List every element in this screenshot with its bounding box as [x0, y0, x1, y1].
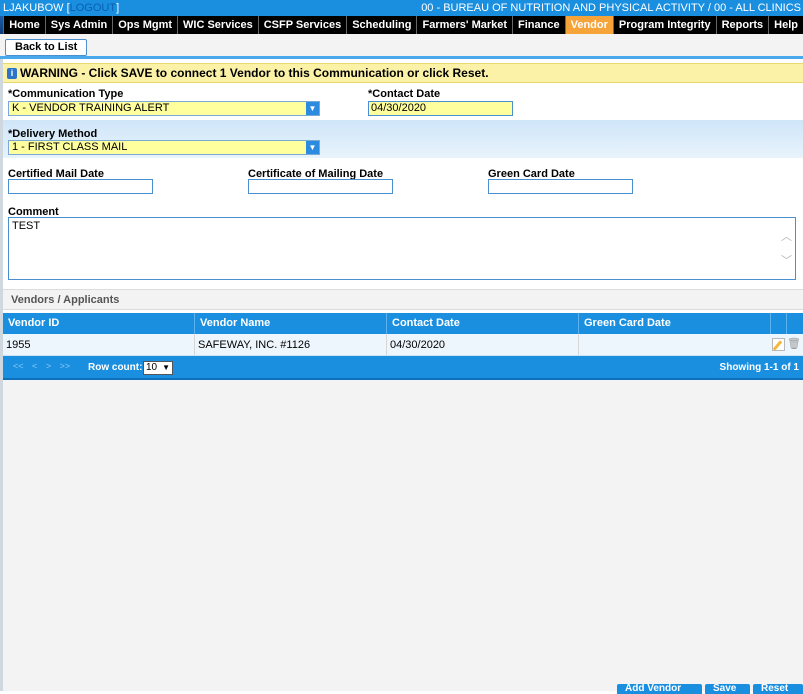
back-to-list-button[interactable]: Back to List [5, 39, 88, 56]
warning-text: WARNING - Click SAVE to connect 1 Vendor… [20, 66, 489, 80]
delivery-method-label: *Delivery Method [8, 128, 98, 140]
row-count-label: Row count: [88, 362, 143, 373]
save-button[interactable]: Save [705, 684, 750, 694]
delivery-method-select[interactable]: 1 - FIRST CLASS MAIL ▼ [8, 140, 320, 155]
info-icon: i [7, 68, 17, 79]
cell-vendor-id: 1955 [3, 334, 195, 355]
nav-finance[interactable]: Finance [512, 16, 565, 34]
col-contact-date[interactable]: Contact Date [387, 313, 579, 334]
cell-contact-date: 04/30/2020 [387, 334, 579, 355]
col-actions [787, 313, 803, 334]
chevron-down-icon[interactable]: ▼ [306, 141, 319, 154]
cell-green-card-date: 🗑 [579, 334, 803, 355]
grid-pager: << < > >> Row count: 10 ▼ Showing 1-1 of… [3, 356, 803, 380]
col-vendor-id[interactable]: Vendor ID [3, 313, 195, 334]
trash-icon[interactable]: 🗑 [787, 337, 801, 351]
col-vendor-name[interactable]: Vendor Name [195, 313, 387, 334]
nav-reports[interactable]: Reports [715, 16, 769, 34]
username: LJAKUBOW [ [3, 2, 70, 14]
top-status-bar: LJAKUBOW [LOGOUT] 00 - BUREAU OF NUTRITI… [0, 0, 803, 16]
certificate-mailing-date-input[interactable] [248, 179, 393, 194]
contact-date-label: *Contact Date [368, 88, 441, 100]
communication-section: *Communication Type K - VENDOR TRAINING … [3, 84, 803, 120]
vendors-grid-header: Vendor ID Vendor Name Contact Date Green… [3, 313, 803, 334]
add-vendor-button[interactable]: Add Vendor [617, 684, 702, 694]
delivery-section: *Delivery Method 1 - FIRST CLASS MAIL ▼ [3, 120, 803, 158]
communication-type-select[interactable]: K - VENDOR TRAINING ALERT ▼ [8, 101, 320, 116]
user-info: LJAKUBOW [LOGOUT] [3, 0, 119, 16]
page-toolbar: Back to List [0, 34, 803, 59]
nav-scheduling[interactable]: Scheduling [346, 16, 416, 34]
nav-csfp-services[interactable]: CSFP Services [257, 16, 346, 34]
scroll-down-icon[interactable]: ﹀ [781, 252, 792, 268]
delivery-method-value: 1 - FIRST CLASS MAIL [12, 141, 128, 153]
certified-mail-date-input[interactable] [8, 179, 153, 194]
prev-page-button[interactable]: < [32, 361, 37, 371]
dates-comment-section: Certified Mail Date Certificate of Maili… [3, 158, 803, 289]
nav-vendor[interactable]: Vendor [564, 16, 613, 34]
edit-icon[interactable] [772, 338, 785, 351]
nav-sys-admin[interactable]: Sys Admin [44, 16, 112, 34]
user-bracket: ] [116, 2, 120, 14]
comment-value: TEST [12, 220, 41, 232]
vendors-grid-title: Vendors / Applicants [3, 289, 803, 310]
contact-date-input[interactable]: 04/30/2020 [368, 101, 513, 116]
table-row[interactable]: 1955 SAFEWAY, INC. #1126 04/30/2020 🗑 [3, 334, 803, 356]
col-green-card-date[interactable]: Green Card Date [579, 313, 771, 334]
col-actions [771, 313, 787, 334]
agency-label: 00 - BUREAU OF NUTRITION AND PHYSICAL AC… [421, 2, 801, 14]
comment-textarea[interactable]: TEST ︿ ﹀ [8, 217, 796, 280]
chevron-down-icon[interactable]: ▼ [306, 102, 319, 115]
scroll-up-icon[interactable]: ︿ [781, 228, 792, 244]
logout-link[interactable]: LOGOUT [70, 2, 116, 14]
warning-banner: i WARNING - Click SAVE to connect 1 Vend… [3, 63, 803, 83]
green-card-date-input[interactable] [488, 179, 633, 194]
reset-button[interactable]: Reset [753, 684, 803, 694]
cell-vendor-name: SAFEWAY, INC. #1126 [195, 334, 387, 355]
pager-nav: << < > >> [13, 361, 70, 371]
communication-type-value: K - VENDOR TRAINING ALERT [12, 102, 170, 114]
chevron-down-icon: ▼ [162, 363, 170, 372]
nav-help[interactable]: Help [768, 16, 803, 34]
communication-type-label: *Communication Type [8, 88, 124, 100]
showing-count: Showing 1-1 of 1 [719, 362, 799, 373]
last-page-button[interactable]: >> [60, 361, 71, 371]
row-count-select[interactable]: 10 ▼ [143, 361, 173, 375]
nav-ops-mgmt[interactable]: Ops Mgmt [112, 16, 177, 34]
nav-farmers-market[interactable]: Farmers' Market [416, 16, 512, 34]
nav-program-integrity[interactable]: Program Integrity [612, 16, 716, 34]
nav-wic-services[interactable]: WIC Services [177, 16, 258, 34]
row-count-value: 10 [146, 362, 158, 373]
bands-logo[interactable]: B A N D S [0, 16, 4, 34]
content-area [3, 380, 803, 691]
next-page-button[interactable]: > [46, 361, 51, 371]
nav-home[interactable]: Home [3, 16, 45, 34]
main-nav: B A N D S Home Sys Admin Ops Mgmt WIC Se… [0, 16, 803, 34]
first-page-button[interactable]: << [13, 361, 24, 371]
